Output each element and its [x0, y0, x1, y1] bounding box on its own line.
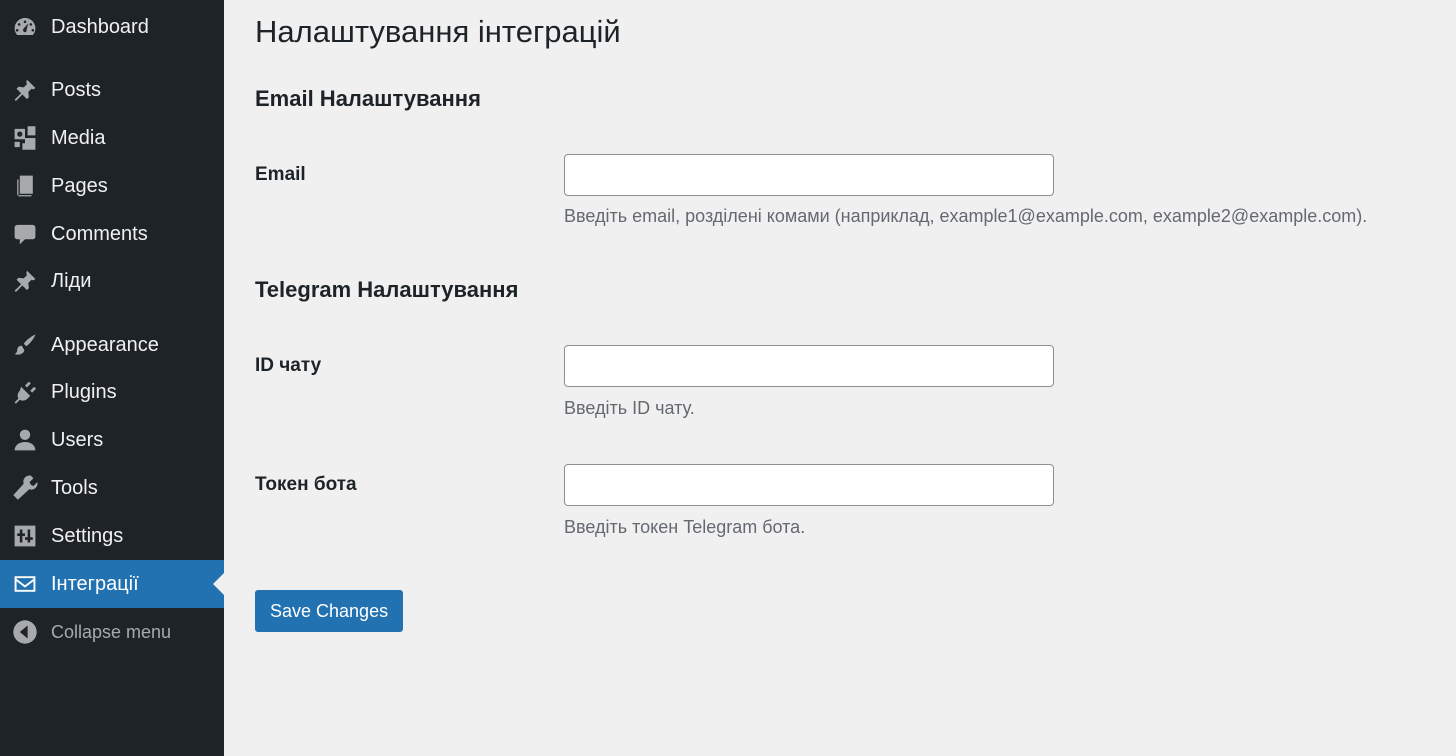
admin-layout: Dashboard Posts Media Pages Comments Лід… [0, 0, 1456, 756]
sidebar-item-users[interactable]: Users [0, 416, 224, 464]
paintbrush-icon [12, 332, 38, 358]
envelope-icon [12, 571, 38, 597]
dashboard-icon [12, 14, 38, 40]
collapse-menu-button[interactable]: Collapse menu [0, 608, 224, 656]
sidebar-item-label: Settings [51, 524, 124, 547]
sidebar-item-label: Dashboard [51, 15, 149, 38]
email-field[interactable] [564, 154, 1054, 196]
admin-sidebar: Dashboard Posts Media Pages Comments Лід… [0, 0, 224, 756]
sidebar-item-posts[interactable]: Posts [0, 66, 224, 114]
save-changes-button[interactable]: Save Changes [255, 590, 404, 632]
sidebar-item-appearance[interactable]: Appearance [0, 321, 224, 369]
pushpin-icon [12, 77, 38, 103]
sidebar-item-label: Users [51, 428, 104, 451]
bot-token-label: Токен бота [255, 474, 357, 495]
user-icon [12, 427, 38, 453]
sidebar-item-label: Posts [51, 78, 102, 101]
email-section-title: Email Налаштування [255, 86, 481, 111]
settings-content: Налаштування інтеграцій Email Налаштуван… [224, 0, 1456, 756]
sidebar-item-tools[interactable]: Tools [0, 464, 224, 512]
sidebar-item-plugins[interactable]: Plugins [0, 368, 224, 416]
pushpin-icon [12, 268, 38, 294]
plugin-icon [12, 379, 38, 405]
sidebar-item-label: Pages [51, 174, 108, 197]
sidebar-item-media[interactable]: Media [0, 114, 224, 162]
page-title: Налаштування інтеграцій [255, 14, 621, 49]
sidebar-item-label: Інтеграції [51, 572, 139, 595]
pages-icon [12, 173, 38, 199]
collapse-arrow-icon [12, 619, 38, 645]
comment-icon [12, 221, 38, 247]
sidebar-item-label: Ліди [51, 269, 92, 292]
sidebar-item-label: Appearance [51, 333, 159, 356]
sliders-icon [12, 523, 38, 549]
chat-id-label: ID чату [255, 355, 322, 376]
sidebar-item-label: Comments [51, 222, 148, 245]
media-icon [12, 125, 38, 151]
sidebar-item-dashboard[interactable]: Dashboard [0, 3, 224, 51]
bot-token-field[interactable] [564, 464, 1054, 506]
sidebar-item-comments[interactable]: Comments [0, 210, 224, 258]
sidebar-item-label: Plugins [51, 380, 117, 403]
email-label: Email [255, 164, 306, 185]
chat-id-description: Введіть ID чату. [564, 398, 695, 418]
sidebar-item-settings[interactable]: Settings [0, 512, 224, 560]
telegram-section-title: Telegram Налаштування [255, 277, 519, 302]
sidebar-item-pages[interactable]: Pages [0, 162, 224, 210]
sidebar-item-label: Tools [51, 476, 98, 499]
sidebar-item-label: Media [51, 126, 106, 149]
sidebar-item-integrations[interactable]: Інтеграції [0, 560, 224, 608]
collapse-menu-label: Collapse menu [51, 621, 172, 642]
chat-id-field[interactable] [564, 345, 1054, 387]
wrench-icon [12, 475, 38, 501]
sidebar-item-leads[interactable]: Ліди [0, 257, 224, 305]
bot-token-description: Введіть токен Telegram бота. [564, 517, 806, 537]
email-description: Введіть email, розділені комами (наприкл… [564, 206, 1368, 226]
